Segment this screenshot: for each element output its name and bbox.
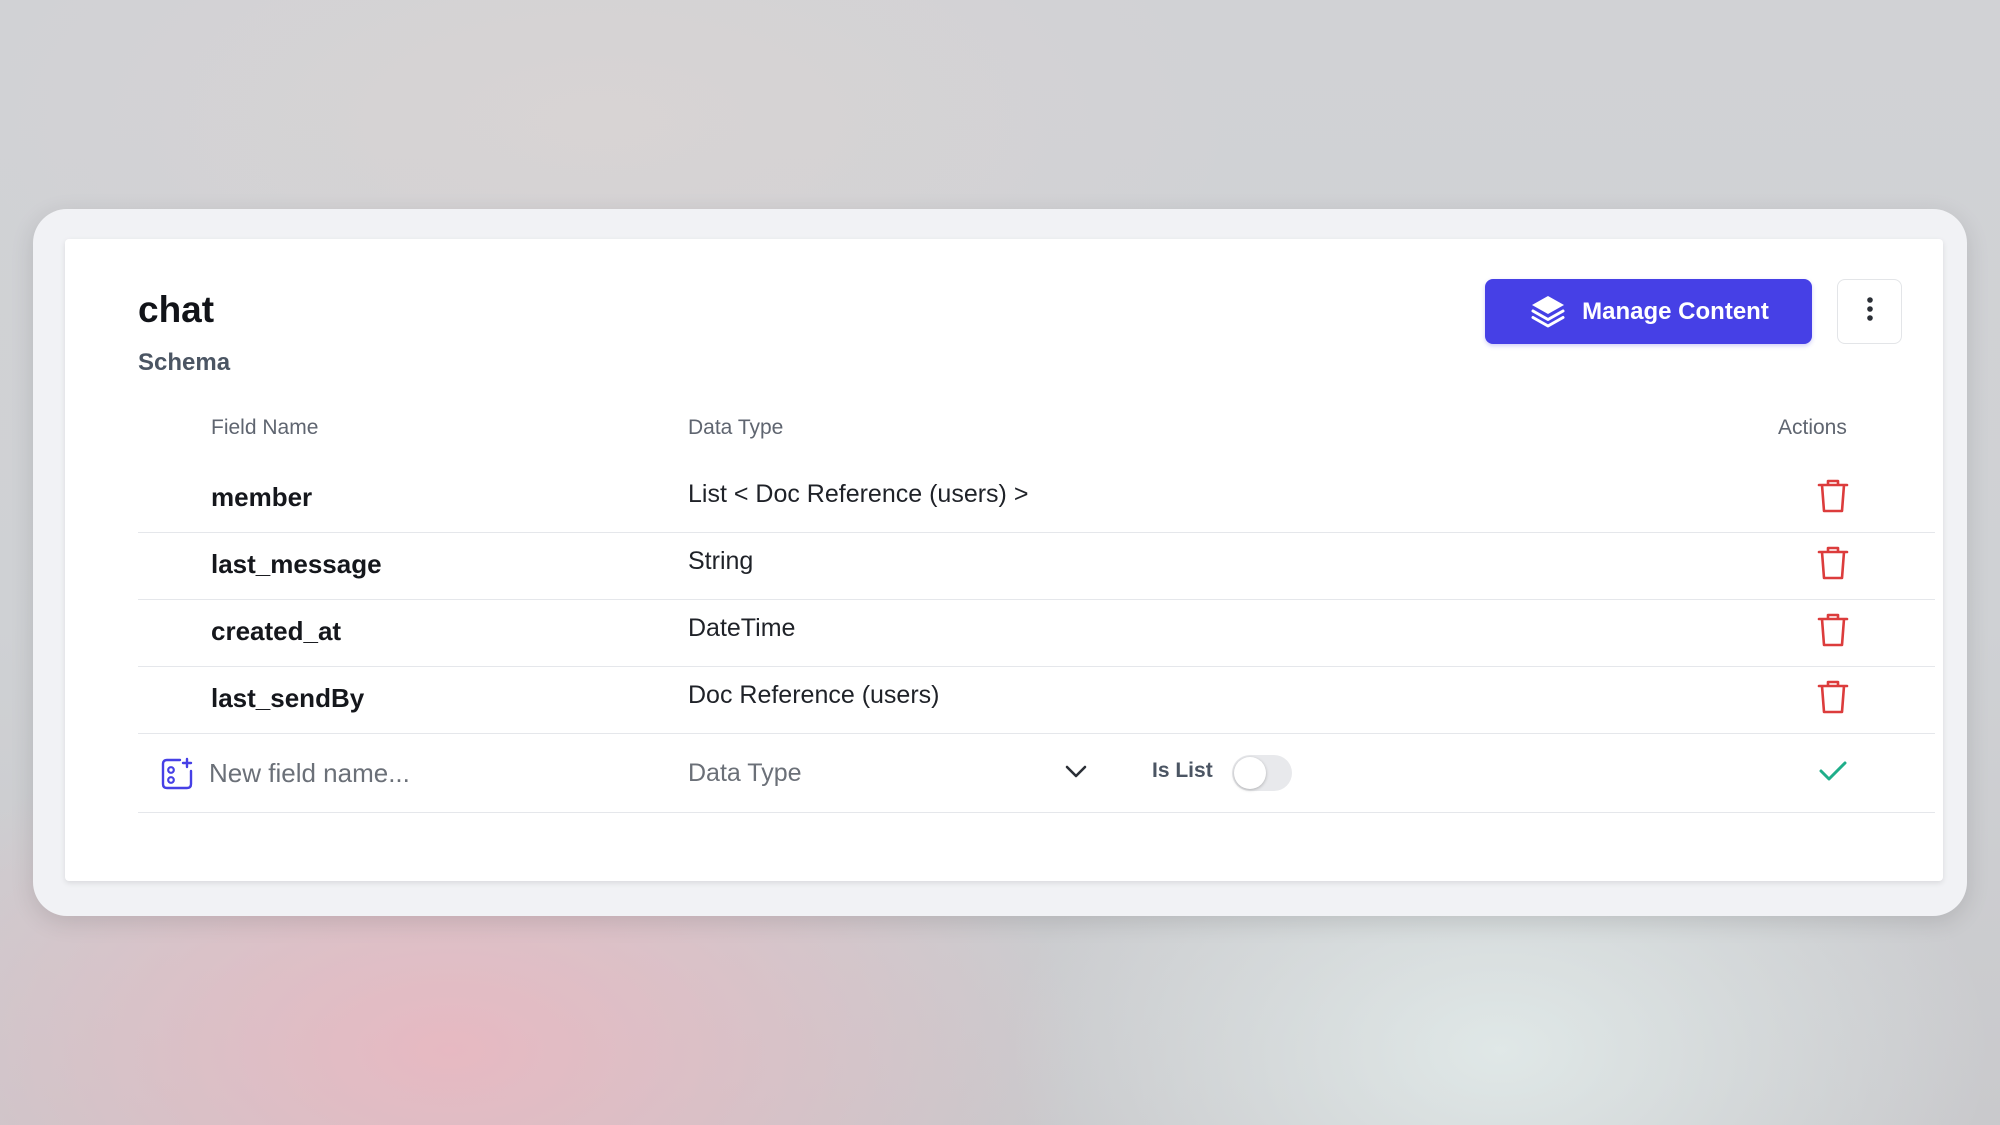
delete-field-button[interactable]	[1813, 612, 1853, 652]
check-icon	[1818, 759, 1848, 788]
field-type: String	[688, 547, 754, 575]
column-header-actions: Actions	[1778, 416, 1847, 439]
field-name: created_at	[211, 616, 342, 646]
field-name: member	[211, 482, 313, 512]
trash-icon	[1816, 544, 1850, 587]
table-row: member List < Doc Reference (users) >	[138, 466, 1935, 533]
delete-field-button[interactable]	[1813, 478, 1853, 518]
table-row: created_at DateTime	[138, 600, 1935, 667]
is-list-label: Is List	[1152, 759, 1213, 782]
schema-subtitle: Schema	[138, 349, 231, 376]
manage-content-label: Manage Content	[1582, 297, 1769, 325]
toggle-knob	[1234, 757, 1266, 789]
trash-icon	[1816, 678, 1850, 721]
chevron-down-icon	[1064, 763, 1088, 784]
confirm-new-field-button[interactable]	[1813, 755, 1853, 791]
data-type-select[interactable]: Data Type	[688, 751, 1088, 795]
layers-icon	[1528, 292, 1568, 332]
field-type: DateTime	[688, 614, 796, 642]
field-name: last_sendBy	[211, 683, 365, 713]
collection-title: chat	[138, 289, 215, 330]
add-field-icon	[160, 757, 194, 791]
delete-field-button[interactable]	[1813, 679, 1853, 719]
field-type: List < Doc Reference (users) >	[688, 480, 1029, 508]
column-header-data-type: Data Type	[688, 416, 784, 439]
is-list-toggle[interactable]	[1232, 755, 1292, 791]
more-options-button[interactable]	[1837, 279, 1902, 344]
trash-icon	[1816, 611, 1850, 654]
field-type: Doc Reference (users)	[688, 681, 940, 709]
data-type-select-label: Data Type	[688, 758, 802, 787]
schema-panel: chat Schema Manage Content Field Name Da…	[65, 239, 1943, 881]
new-field-name-input[interactable]	[209, 751, 649, 795]
manage-content-button[interactable]: Manage Content	[1485, 279, 1812, 344]
table-row: last_message String	[138, 533, 1935, 600]
table-row: last_sendBy Doc Reference (users)	[138, 667, 1935, 734]
column-header-field-name: Field Name	[211, 416, 319, 439]
delete-field-button[interactable]	[1813, 545, 1853, 585]
more-vertical-icon	[1865, 296, 1875, 327]
trash-icon	[1816, 477, 1850, 520]
new-field-row: Data Type Is List	[138, 733, 1935, 813]
field-name: last_message	[211, 549, 382, 579]
schema-card-frame: chat Schema Manage Content Field Name Da…	[33, 209, 1967, 916]
